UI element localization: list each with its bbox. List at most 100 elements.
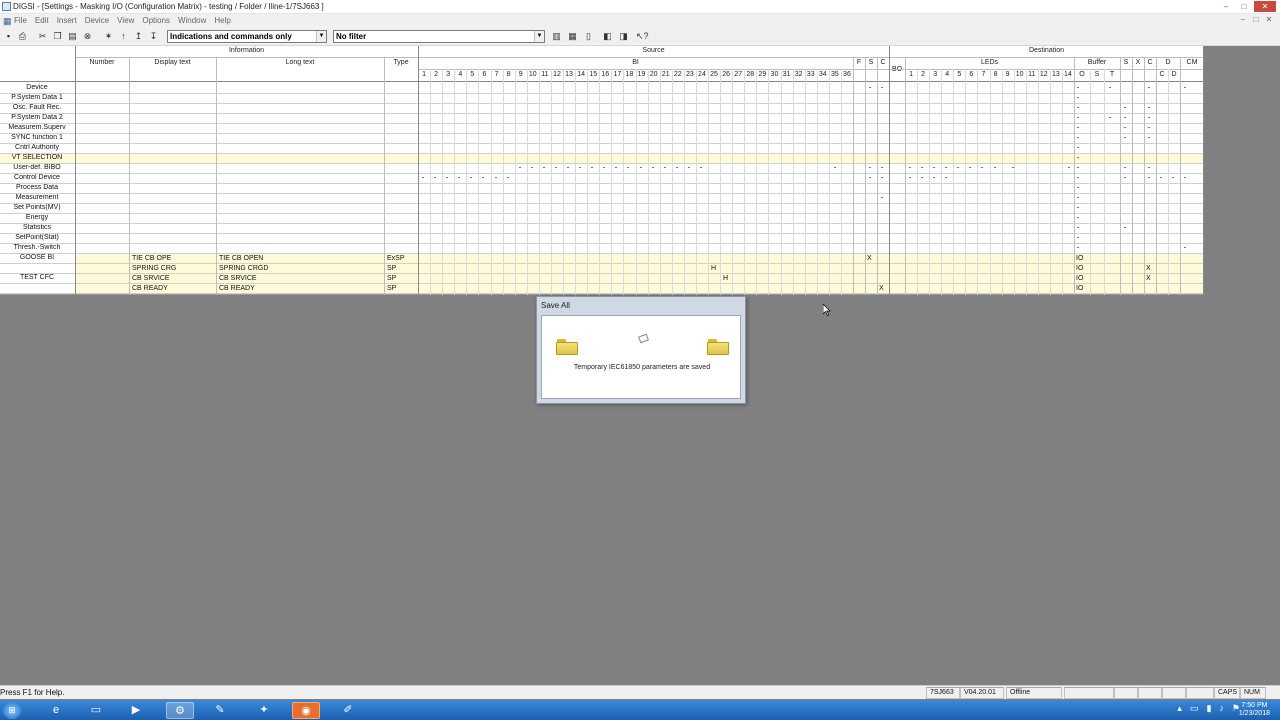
cell-dot[interactable]: [542, 167, 545, 168]
cell-dot[interactable]: [1124, 107, 1126, 108]
cell-dot[interactable]: [651, 167, 654, 168]
minimize-button[interactable]: –: [1218, 1, 1234, 12]
cell-dot[interactable]: [909, 177, 911, 178]
cell-dot[interactable]: [458, 177, 461, 178]
cell-dot[interactable]: [1124, 127, 1126, 128]
cell-dot[interactable]: [1077, 197, 1079, 198]
cell-dot[interactable]: [869, 177, 871, 178]
cell-dot[interactable]: [993, 167, 996, 168]
start-button[interactable]: ⊞: [3, 702, 21, 719]
cell-dot[interactable]: [1148, 137, 1150, 138]
menu-file[interactable]: File: [14, 16, 27, 25]
cell-dot[interactable]: [1077, 237, 1079, 238]
cell-dot[interactable]: [1077, 147, 1079, 148]
cell-dot[interactable]: [969, 167, 972, 168]
cell-dot[interactable]: [1124, 167, 1126, 168]
menu-insert[interactable]: Insert: [57, 16, 77, 25]
cell-dot[interactable]: [1184, 247, 1186, 248]
document-icon[interactable]: ▦: [3, 16, 12, 27]
group-label[interactable]: GOOSE BI: [0, 253, 74, 263]
cell-dot[interactable]: [1148, 167, 1150, 168]
cell-dot[interactable]: [1077, 127, 1079, 128]
cell-dot[interactable]: [933, 177, 936, 178]
help-pointer-icon[interactable]: ↖?: [636, 31, 649, 42]
cell-dot[interactable]: [881, 87, 883, 88]
cell-dot[interactable]: [1124, 177, 1126, 178]
menu-device[interactable]: Device: [85, 16, 109, 25]
group-label[interactable]: Cntrl Authority: [0, 143, 74, 153]
cell-dot[interactable]: [945, 167, 948, 168]
doc-minimize-button[interactable]: –: [1238, 15, 1248, 25]
cell-dot[interactable]: [482, 177, 485, 178]
cell-dot[interactable]: [567, 167, 569, 168]
group-label[interactable]: Statistics: [0, 223, 74, 233]
chevron-down-icon[interactable]: ▼: [534, 31, 544, 42]
cell-dot[interactable]: [981, 167, 984, 168]
cell-dot[interactable]: [1077, 97, 1079, 98]
group-label[interactable]: Thresh.-Switch: [0, 243, 74, 253]
up-icon[interactable]: ↑: [118, 31, 129, 42]
save-all-dialog[interactable]: Save All Temporary IEC61850 parameters a…: [536, 296, 746, 404]
group-label[interactable]: SYNC function 1: [0, 133, 74, 143]
cell-dot[interactable]: [1077, 177, 1079, 178]
cell-dot[interactable]: [921, 167, 924, 168]
cell-dot[interactable]: [470, 177, 473, 178]
cell-dot[interactable]: [945, 177, 948, 178]
cell-dot[interactable]: [494, 177, 497, 178]
digsi-icon[interactable]: ⚙: [166, 702, 194, 719]
cell-dot[interactable]: [1068, 167, 1070, 168]
cell-dot[interactable]: [869, 87, 871, 88]
cell-dot[interactable]: [422, 177, 424, 178]
group-label[interactable]: TEST CFC: [0, 263, 74, 293]
menu-window[interactable]: Window: [178, 16, 206, 25]
group-label[interactable]: Set Points(MV): [0, 203, 74, 213]
cell-dot[interactable]: [1077, 217, 1079, 218]
cell-dot[interactable]: [627, 167, 630, 168]
cell-dot[interactable]: [1012, 167, 1014, 168]
copy-icon[interactable]: ❐: [52, 31, 63, 42]
cell-dot[interactable]: [1172, 177, 1174, 178]
cell-dot[interactable]: [1077, 207, 1079, 208]
view-filter-combo[interactable]: Indications and commands only ▼: [167, 30, 327, 43]
network-icon[interactable]: ▮: [1206, 703, 1211, 714]
cell-dot[interactable]: [1124, 117, 1126, 118]
maximize-button[interactable]: □: [1236, 1, 1252, 12]
cell-dot[interactable]: [1077, 157, 1079, 158]
cell-dot[interactable]: [1148, 87, 1150, 88]
group-label[interactable]: Process Data: [0, 183, 74, 193]
cell-dot[interactable]: [1124, 227, 1126, 228]
insert-icon[interactable]: ✶: [103, 31, 114, 42]
matrix-view-icon[interactable]: ▥: [551, 31, 562, 42]
menu-help[interactable]: Help: [214, 16, 230, 25]
cell-dot[interactable]: [1077, 247, 1079, 248]
sort-icon[interactable]: ↧: [148, 31, 159, 42]
monitor-icon[interactable]: ▭: [1190, 703, 1199, 714]
cell-dot[interactable]: [933, 167, 936, 168]
cell-dot[interactable]: [554, 167, 557, 168]
close-button[interactable]: ✕: [1254, 1, 1276, 12]
app-icon-orange[interactable]: ◉: [292, 702, 320, 719]
cell-dot[interactable]: [530, 167, 533, 168]
cell-dot[interactable]: [881, 167, 883, 168]
cell-dot[interactable]: [675, 167, 678, 168]
delete-icon[interactable]: ⊗: [82, 31, 93, 42]
cell-dot[interactable]: [921, 177, 924, 178]
cell-dot[interactable]: [579, 167, 582, 168]
cell-dot[interactable]: [1077, 227, 1079, 228]
cell-dot[interactable]: [1109, 117, 1111, 118]
cell-dot[interactable]: [446, 177, 449, 178]
menu-edit[interactable]: Edit: [35, 16, 49, 25]
number-column-header[interactable]: Number: [75, 59, 129, 66]
cell-dot[interactable]: [1124, 137, 1126, 138]
group-label[interactable]: SetPoint(Stat): [0, 233, 74, 243]
notes-icon[interactable]: ✎: [206, 702, 234, 719]
cell-dot[interactable]: [434, 177, 437, 178]
cell-dot[interactable]: [687, 167, 690, 168]
down-icon[interactable]: ↥: [133, 31, 144, 42]
doc-close-button[interactable]: ✕: [1264, 15, 1274, 25]
browser-icon[interactable]: e: [42, 702, 70, 719]
cell-dot[interactable]: [1077, 167, 1079, 168]
cell-dot[interactable]: [957, 167, 960, 168]
cell-dot[interactable]: [1077, 87, 1079, 88]
cell-dot[interactable]: [1160, 177, 1162, 178]
